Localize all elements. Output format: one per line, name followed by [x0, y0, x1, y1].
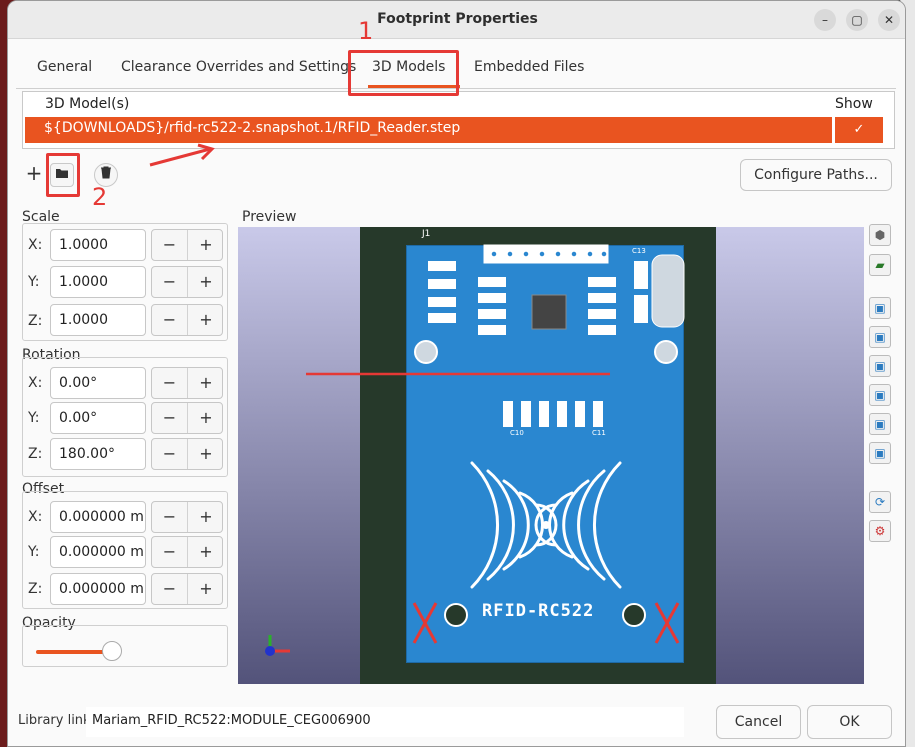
- scale-z-input[interactable]: 1.0000: [50, 304, 146, 336]
- offset-z-label: Z:: [28, 581, 43, 597]
- label-c11: C11: [592, 429, 606, 437]
- minus-icon[interactable]: −: [152, 403, 188, 433]
- rotation-x-label: X:: [28, 375, 43, 391]
- annotation-box-tab: [348, 50, 459, 96]
- rotation-x-input[interactable]: 0.00°: [50, 367, 146, 399]
- add-icon[interactable]: +: [22, 162, 46, 186]
- minimize-button[interactable]: –: [814, 9, 836, 31]
- board-text: RFID-RC522: [482, 601, 595, 621]
- plus-icon[interactable]: +: [188, 230, 224, 260]
- offset-z-input[interactable]: 0.000000 mm: [50, 573, 146, 605]
- plus-icon[interactable]: +: [188, 403, 224, 433]
- offset-x-stepper[interactable]: − +: [151, 501, 223, 533]
- scale-x-input[interactable]: 1.0000: [50, 229, 146, 261]
- rotation-z-label: Z:: [28, 446, 43, 462]
- plus-icon[interactable]: +: [188, 305, 224, 335]
- 3d-preview[interactable]: J1 RFID-RC522 C13 C10 C11: [238, 227, 864, 684]
- plus-icon[interactable]: +: [188, 439, 224, 469]
- minus-icon[interactable]: −: [152, 574, 188, 604]
- tab-clearance[interactable]: Clearance Overrides and Settings: [121, 59, 356, 75]
- minus-icon[interactable]: −: [152, 267, 188, 297]
- scale-y-label: Y:: [28, 274, 40, 290]
- view-top-icon[interactable]: ▣: [869, 413, 891, 435]
- offset-x-input[interactable]: 0.000000 mm: [50, 501, 146, 533]
- view-bottom-icon[interactable]: ▣: [869, 442, 891, 464]
- plus-icon[interactable]: +: [188, 502, 224, 532]
- plus-icon[interactable]: +: [188, 267, 224, 297]
- board-view-icon[interactable]: ▰: [869, 254, 891, 276]
- annotation-arrow: [149, 143, 215, 167]
- footprint-properties-dialog: Footprint Properties – ▢ ✕ General Clear…: [7, 0, 906, 747]
- show-column-header: Show: [835, 96, 873, 112]
- offset-y-label: Y:: [28, 544, 40, 560]
- scale-z-label: Z:: [28, 313, 43, 329]
- scale-x-stepper[interactable]: − +: [151, 229, 223, 261]
- annotation-box-folder: [46, 153, 80, 197]
- view-3d-icon[interactable]: ⬢: [869, 224, 891, 246]
- view-front-icon[interactable]: ▣: [869, 297, 891, 319]
- opacity-group: [22, 625, 228, 667]
- rotation-y-stepper[interactable]: − +: [151, 402, 223, 434]
- checkmark-icon[interactable]: ✓: [835, 117, 883, 143]
- maximize-button[interactable]: ▢: [846, 9, 868, 31]
- view-back-icon[interactable]: ▣: [869, 326, 891, 348]
- tab-general[interactable]: General: [37, 59, 92, 75]
- title-bar: Footprint Properties – ▢ ✕: [8, 1, 905, 39]
- tab-embedded-files[interactable]: Embedded Files: [474, 59, 584, 75]
- scale-x-label: X:: [28, 237, 43, 253]
- minus-icon[interactable]: −: [152, 439, 188, 469]
- ok-button[interactable]: OK: [807, 705, 892, 739]
- rotation-y-label: Y:: [28, 410, 40, 426]
- offset-y-input[interactable]: 0.000000 mm: [50, 536, 146, 568]
- rotation-z-input[interactable]: 180.00°: [50, 438, 146, 470]
- library-link-label: Library link:: [18, 713, 95, 728]
- minus-icon[interactable]: −: [152, 230, 188, 260]
- view-left-icon[interactable]: ▣: [869, 355, 891, 377]
- rotation-z-stepper[interactable]: − +: [151, 438, 223, 470]
- scale-z-stepper[interactable]: − +: [151, 304, 223, 336]
- reload-icon[interactable]: ⟳: [869, 491, 891, 513]
- opacity-slider-track[interactable]: [36, 650, 112, 654]
- close-button[interactable]: ✕: [878, 9, 900, 31]
- minus-icon[interactable]: −: [152, 305, 188, 335]
- cancel-button[interactable]: Cancel: [716, 705, 801, 739]
- settings-icon[interactable]: ⚙: [869, 520, 891, 542]
- minus-icon[interactable]: −: [152, 368, 188, 398]
- rotation-y-input[interactable]: 0.00°: [50, 402, 146, 434]
- offset-z-stepper[interactable]: − +: [151, 573, 223, 605]
- plus-icon[interactable]: +: [188, 537, 224, 567]
- preview-title: Preview: [242, 209, 297, 225]
- library-link-value[interactable]: Mariam_RFID_RC522:MODULE_CEG006900: [86, 707, 684, 737]
- view-right-icon[interactable]: ▣: [869, 384, 891, 406]
- scale-y-stepper[interactable]: − +: [151, 266, 223, 298]
- offset-x-label: X:: [28, 509, 43, 525]
- rotation-x-stepper[interactable]: − +: [151, 367, 223, 399]
- minus-icon[interactable]: −: [152, 537, 188, 567]
- configure-paths-button[interactable]: Configure Paths...: [740, 159, 892, 191]
- label-c10: C10: [510, 429, 524, 437]
- plus-icon[interactable]: +: [188, 574, 224, 604]
- opacity-slider-handle[interactable]: [102, 641, 122, 661]
- model-row[interactable]: ${DOWNLOADS}/rfid-rc522-2.snapshot.1/RFI…: [25, 117, 832, 143]
- offset-y-stepper[interactable]: − +: [151, 536, 223, 568]
- label-c13: C13: [632, 247, 646, 255]
- model-column-header: 3D Model(s): [45, 96, 130, 112]
- annotation-number-1: 1: [358, 17, 374, 45]
- scale-y-input[interactable]: 1.0000: [50, 266, 146, 298]
- annotation-number-2: 2: [92, 183, 108, 211]
- plus-icon[interactable]: +: [188, 368, 224, 398]
- minus-icon[interactable]: −: [152, 502, 188, 532]
- window-title: Footprint Properties: [377, 11, 538, 27]
